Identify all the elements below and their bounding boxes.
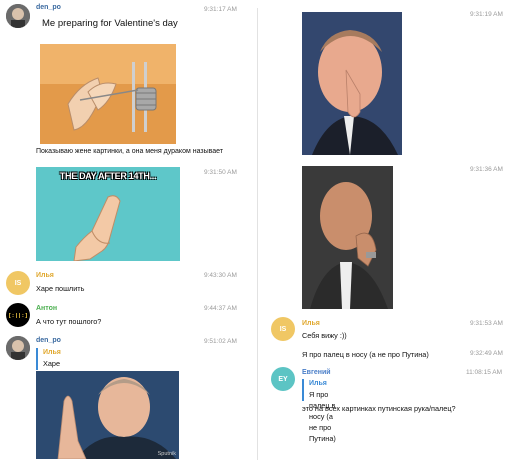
message-image[interactable]: THE DAY AFTER 14TH...: [36, 167, 180, 261]
timestamp: 9:32:49 AM: [470, 350, 503, 357]
avatar[interactable]: [:||:]: [6, 303, 30, 327]
author-name[interactable]: Илья: [36, 272, 54, 279]
reply-quote[interactable]: Илья Я про палец в носу (а не про Путина…: [302, 379, 336, 443]
timestamp: 9:43:30 AM: [204, 272, 237, 279]
timestamp: 9:31:17 AM: [204, 6, 237, 13]
person-photo: [302, 166, 393, 309]
avatar-logo-text: [:||:]: [8, 311, 28, 319]
timestamp: 9:31:50 AM: [204, 169, 237, 176]
person-photo: [36, 371, 179, 459]
message-image[interactable]: Me preparing for Valentine's day: [36, 15, 178, 144]
avatar[interactable]: EY: [271, 367, 295, 391]
timestamp: 9:44:37 AM: [204, 305, 237, 312]
image-caption-text: Me preparing for Valentine's day: [42, 18, 178, 29]
avatar[interactable]: [6, 4, 30, 28]
author-name[interactable]: Евгений: [302, 369, 331, 376]
finger-picture: [73, 195, 121, 261]
avatar[interactable]: [6, 336, 30, 360]
image-watermark: Sputnik: [157, 451, 176, 457]
author-name[interactable]: Илья: [302, 320, 320, 327]
avatar[interactable]: IS: [6, 271, 30, 295]
message-image[interactable]: [302, 12, 402, 155]
finger-trap-picture: [40, 44, 176, 144]
author-name[interactable]: Антон: [36, 305, 57, 312]
user-photo-icon: [6, 336, 30, 360]
person-photo: [302, 12, 402, 155]
timestamp: 9:31:19 AM: [470, 11, 503, 18]
message-text: Харе пошлить: [36, 284, 85, 293]
message-text: А что тут пошлого?: [36, 317, 102, 326]
column-divider: [257, 8, 258, 460]
message-text: Показываю жене картинки, а она меня дура…: [36, 148, 224, 155]
timestamp: 9:51:02 AM: [204, 338, 237, 345]
message-text: Себя вижу :)): [302, 331, 347, 340]
author-name[interactable]: den_po: [36, 337, 61, 344]
reply-quote[interactable]: Илья Харе пошлить: [36, 348, 72, 379]
avatar[interactable]: IS: [271, 317, 295, 341]
timestamp: 9:31:36 AM: [470, 166, 503, 173]
quote-author: Илья: [309, 380, 327, 387]
message-image[interactable]: Sputnik: [36, 371, 179, 459]
author-name[interactable]: den_po: [36, 4, 61, 11]
message-image[interactable]: [302, 166, 393, 309]
quote-author: Илья: [43, 349, 61, 356]
message-text: это на всех картинках путинская рука/пал…: [302, 404, 456, 413]
message-text: Я про палец в носу (а не про Путина): [302, 350, 429, 359]
user-photo-icon: [6, 4, 30, 28]
quote-text: Я про палец в носу (а не про Путина): [309, 390, 336, 443]
timestamp: 11:08:15 AM: [466, 369, 503, 376]
timestamp: 9:31:53 AM: [470, 320, 503, 327]
